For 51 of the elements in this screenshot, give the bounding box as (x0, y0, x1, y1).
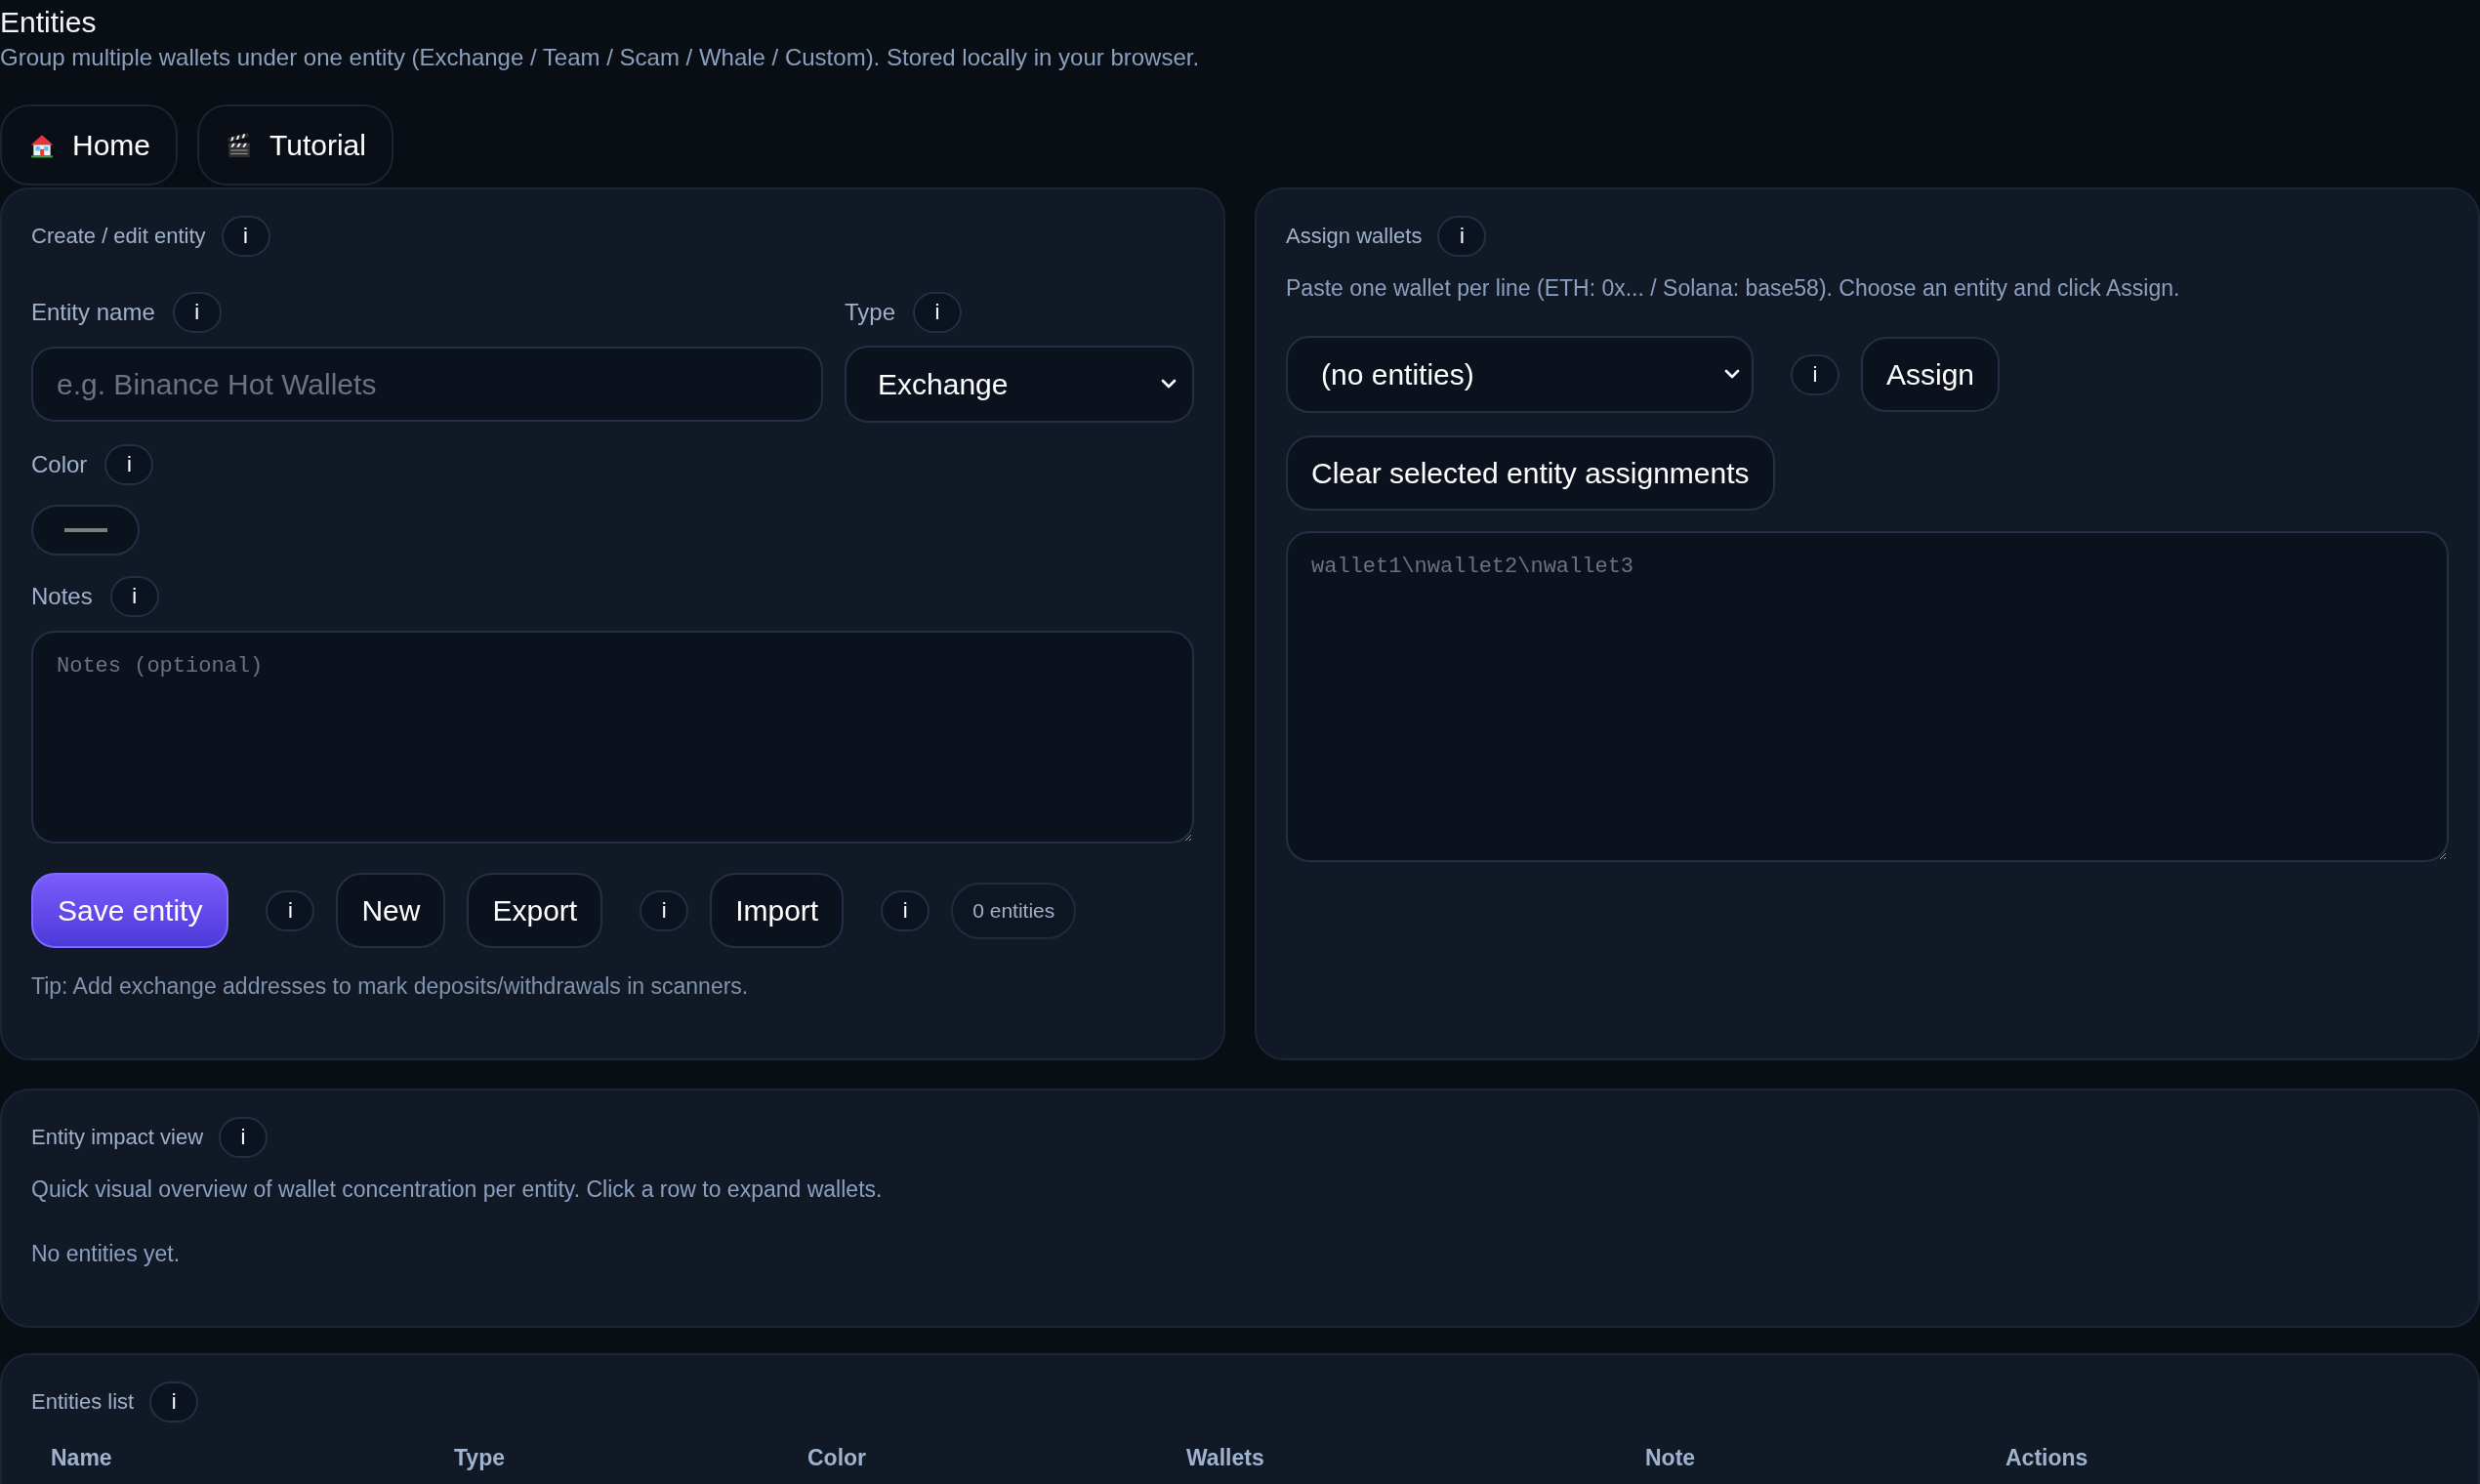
column-header: Color (806, 1444, 867, 1471)
type-select[interactable]: Exchange (845, 346, 1194, 423)
info-button[interactable]: i (109, 576, 159, 617)
assign-button[interactable]: Assign (1861, 337, 2001, 412)
description-text: Paste one wallet per line (ETH: 0x... / Solana: base58). Choose an entity and click Assign. (1286, 274, 2180, 302)
info-button[interactable]: i (1791, 353, 1839, 395)
info-button[interactable]: i (104, 444, 154, 485)
info-button[interactable]: i (172, 292, 222, 333)
info-button[interactable]: i (881, 889, 930, 931)
info-button[interactable]: i (640, 889, 689, 931)
section-title: Assign wallets (1286, 224, 1423, 249)
new-button[interactable]: New (336, 873, 446, 948)
section-title: Entities list (31, 1389, 135, 1415)
field-label: Color (31, 451, 88, 478)
section-title: Create / edit entity (31, 224, 206, 249)
description-text: Quick visual overview of wallet concentration per entity. Click a row to expand wallets. (31, 1175, 883, 1203)
clapperboard-icon (227, 132, 253, 158)
column-header: Wallets (1185, 1444, 1264, 1471)
column-header: Type (453, 1444, 505, 1471)
chevron-icon (1724, 369, 1740, 380)
info-button[interactable]: i (219, 1117, 269, 1158)
column-header: Note (1644, 1444, 1696, 1471)
clear-assignments-button[interactable]: Clear selected entity assignments (1286, 435, 1775, 511)
info-button[interactable]: i (1437, 216, 1487, 257)
tutorial-button[interactable]: Tutorial (197, 104, 393, 186)
import-button[interactable]: Import (710, 873, 845, 948)
empty-state-text: No entities yet. (31, 1240, 181, 1267)
chevron-icon (1161, 379, 1177, 390)
page-subtitle: Group multiple wallets under one entity (Exchange / Team / Scam / Whale / Custom). Stored locally in your browser. (0, 43, 1200, 72)
swatch-icon (63, 528, 107, 532)
entity-select[interactable]: (no entities) (1286, 336, 1754, 413)
field-label: Notes (31, 583, 93, 610)
section-title: Entity impact view (31, 1125, 204, 1150)
column-header: Actions (2005, 1444, 2088, 1471)
info-button[interactable]: i (913, 292, 963, 333)
color-picker[interactable] (31, 505, 140, 556)
entity-name-input[interactable]: e.g. Binance Hot Wallets (31, 347, 823, 422)
info-button[interactable]: i (149, 1381, 199, 1422)
page-title: Entities (0, 5, 97, 40)
info-button[interactable]: i (221, 216, 270, 257)
save-button[interactable]: Save entity (31, 873, 229, 948)
home-button[interactable]: Home (0, 104, 179, 186)
entity-count: 0 entities (951, 882, 1077, 939)
wallets-textarea[interactable]: wallet1\nwallet2\nwallet3 (1286, 531, 2449, 862)
field-label: Type (845, 299, 896, 326)
export-button[interactable]: Export (467, 873, 603, 948)
notes-textarea[interactable]: Notes (optional) (31, 631, 1194, 844)
column-header: Name (50, 1444, 112, 1471)
field-label: Entity name (31, 299, 155, 326)
info-button[interactable]: i (266, 889, 315, 931)
tip-text: Tip: Add exchange addresses to mark deposits/withdrawals in scanners. (31, 972, 749, 1000)
